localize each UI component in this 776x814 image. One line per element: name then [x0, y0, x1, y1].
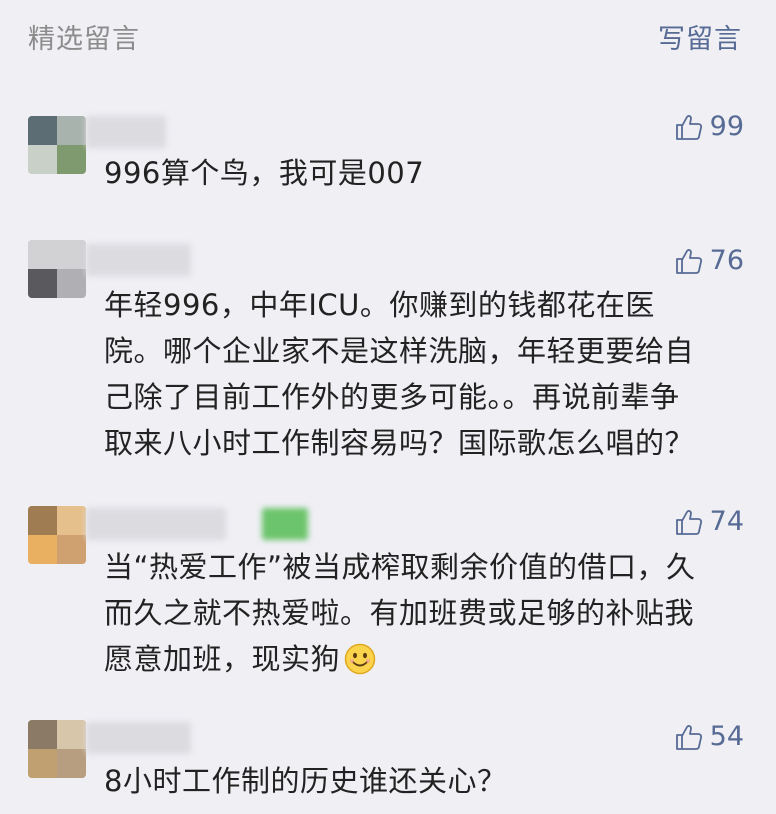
badge-blurred — [262, 508, 308, 540]
comment-line: 而久之就不热爱啦。有加班费或足够的补贴我 — [104, 596, 695, 630]
comment-line: 8小时工作制的历史谁还关心？ — [104, 764, 507, 798]
comment-line: 院。哪个企业家不是这样洗脑，年轻更要给自 — [104, 334, 695, 368]
comment-line: 当“热爱工作”被当成榨取剩余价值的借口，久 — [104, 550, 696, 584]
avatar[interactable] — [28, 720, 86, 778]
thumbs-up-icon — [675, 510, 702, 535]
nickname-blurred — [86, 722, 191, 754]
nickname-blurred — [86, 508, 226, 540]
comment-line: 取来八小时工作制容易吗？国际歌怎么唱的？ — [104, 426, 695, 460]
nickname-blurred — [86, 116, 166, 148]
comment-text: 8小时工作制的历史谁还关心？ — [104, 758, 750, 804]
like-button[interactable]: 99 — [674, 110, 744, 144]
write-comment-link[interactable]: 写留言 — [658, 22, 742, 58]
featured-comments-title: 精选留言 — [28, 24, 140, 55]
comment-line: 年轻996，中年ICU。你赚到的钱都花在医 — [104, 288, 655, 322]
like-count: 76 — [709, 245, 744, 276]
comment-text: 996算个鸟，我可是007 — [104, 150, 750, 196]
thumbs-up-icon — [675, 249, 702, 274]
like-count: 54 — [709, 721, 744, 752]
comment-line: 己除了目前工作外的更多可能。。再说前辈争 — [104, 380, 680, 414]
comment-text: 当“热爱工作”被当成榨取剩余价值的借口，久 而久之就不热爱啦。有加班费或足够的补… — [104, 544, 750, 682]
comment-line: 愿意加班，现实狗 — [104, 642, 341, 676]
like-button[interactable]: 74 — [674, 505, 744, 539]
like-count: 99 — [709, 111, 744, 142]
thumbs-up-icon — [675, 115, 702, 140]
avatar[interactable] — [28, 116, 86, 174]
nickname-blurred — [86, 244, 191, 276]
avatar[interactable] — [28, 506, 86, 564]
like-button[interactable]: 76 — [674, 244, 744, 278]
comments-header: 精选留言 写留言 — [0, 0, 776, 84]
comment-line-with-emoji: 愿意加班，现实狗 — [104, 636, 750, 682]
smile-emoji-icon — [344, 643, 376, 675]
like-count: 74 — [709, 506, 744, 537]
comment-text: 年轻996，中年ICU。你赚到的钱都花在医 院。哪个企业家不是这样洗脑，年轻更要… — [104, 282, 750, 466]
thumbs-up-icon — [675, 725, 702, 750]
comment-line: 996算个鸟，我可是007 — [104, 156, 425, 190]
like-button[interactable]: 54 — [674, 720, 744, 754]
avatar[interactable] — [28, 240, 86, 298]
